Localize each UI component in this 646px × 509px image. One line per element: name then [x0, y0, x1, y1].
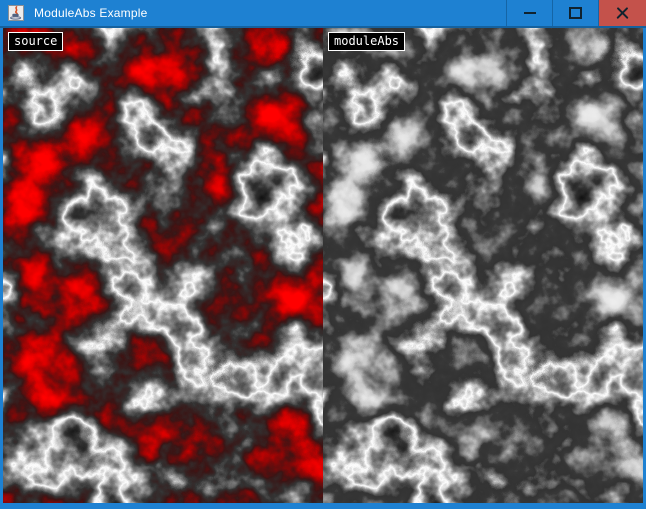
- maximize-button[interactable]: [552, 0, 598, 26]
- minimize-button[interactable]: [506, 0, 552, 26]
- titlebar[interactable]: ModuleAbs Example: [0, 0, 646, 26]
- maximize-icon: [569, 7, 582, 19]
- close-icon: [616, 7, 629, 20]
- moduleabs-image-panel: moduleAbs: [323, 28, 643, 503]
- moduleabs-noise-image: [323, 28, 643, 503]
- content-area: source moduleAbs: [3, 28, 643, 503]
- minimize-icon: [524, 12, 536, 14]
- window-title: ModuleAbs Example: [34, 6, 147, 20]
- close-button[interactable]: [598, 0, 646, 26]
- java-coffee-cup-icon[interactable]: [8, 5, 24, 21]
- source-label: source: [8, 32, 63, 51]
- window-controls: [506, 0, 646, 26]
- source-image-panel: source: [3, 28, 323, 503]
- application-window: ModuleAbs Example: [0, 0, 646, 509]
- source-noise-image: [3, 28, 323, 503]
- moduleabs-label: moduleAbs: [328, 32, 405, 51]
